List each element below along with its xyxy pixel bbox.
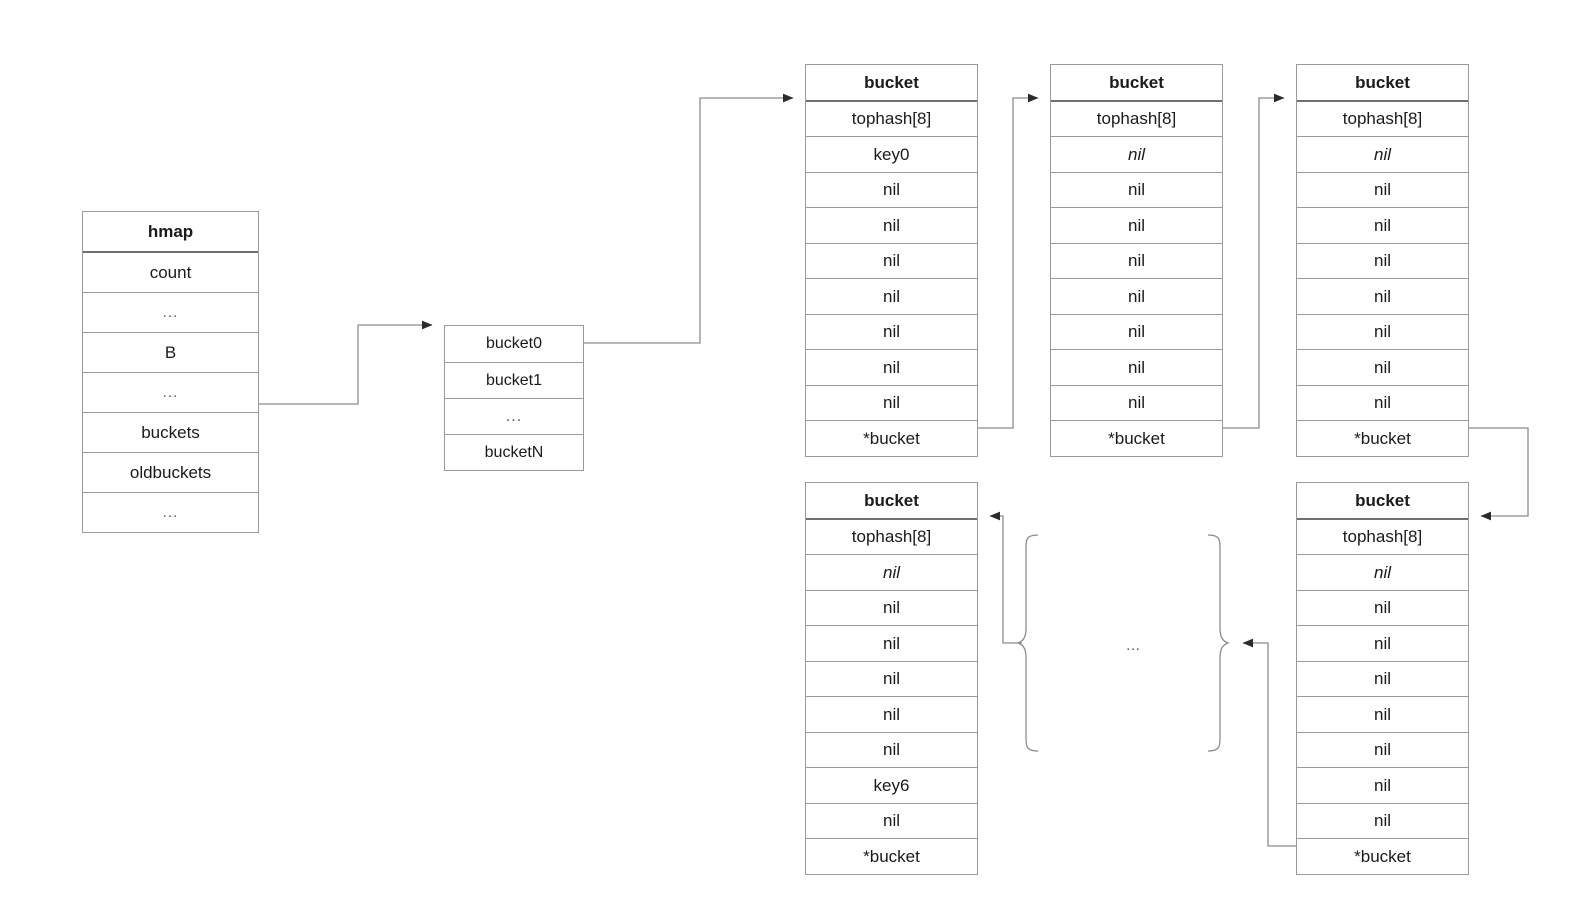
bucket-0-row-8: nil (806, 384, 977, 420)
bucket-struct-1: bucket tophash[8] nil nil nil nil nil ni… (1050, 64, 1223, 457)
bucket-1-row-8: nil (1051, 384, 1222, 420)
bucket-4-row-3: nil (1297, 625, 1468, 661)
bucket-4-row-tophash: tophash[8] (1297, 518, 1468, 554)
bucket-array-row-bucket0: bucket0 (445, 326, 583, 362)
bucket-array-row-ellipsis: ... (445, 398, 583, 434)
bucket-4-row-2: nil (1297, 589, 1468, 625)
hmap-row-b: B (83, 332, 258, 372)
bucket-1-row-6: nil (1051, 313, 1222, 349)
connector-b4-overflow (1242, 638, 1296, 847)
bucket-array-row-bucketN: bucketN (445, 434, 583, 470)
hmap-row-ellipsis-3: ... (83, 492, 258, 532)
bucket-0-row-1: key0 (806, 136, 977, 172)
bucket-2-row-overflow: *bucket (1297, 420, 1468, 456)
connector-b0-overflow (978, 93, 1039, 429)
bucket-4-row-5: nil (1297, 696, 1468, 732)
bucket-4-row-4: nil (1297, 660, 1468, 696)
bucket-struct-3: bucket tophash[8] nil nil nil nil nil ni… (805, 482, 978, 875)
connector-b2-overflow (1469, 427, 1529, 521)
bucket-struct-4: bucket tophash[8] nil nil nil nil nil ni… (1296, 482, 1469, 875)
hmap-struct: hmap count ... B ... buckets oldbuckets … (82, 211, 259, 533)
bucket-2-row-5: nil (1297, 278, 1468, 314)
bucket-1-row-overflow: *bucket (1051, 420, 1222, 456)
hmap-row-buckets: buckets (83, 412, 258, 452)
bucket-2-row-1: nil (1297, 136, 1468, 172)
bucket-1-row-5: nil (1051, 278, 1222, 314)
bucket-3-row-key6: key6 (806, 767, 977, 803)
bucket-2-row-8: nil (1297, 384, 1468, 420)
bucket-4-header: bucket (1297, 483, 1468, 519)
elided-buckets-ellipsis: … (1126, 637, 1141, 654)
connector-bucket0 (584, 93, 794, 344)
bucket-1-row-tophash: tophash[8] (1051, 100, 1222, 136)
bucket-3-row-6: nil (806, 731, 977, 767)
bucket-0-row-tophash: tophash[8] (806, 100, 977, 136)
bucket-2-row-2: nil (1297, 171, 1468, 207)
connector-ellipsis-to-b3 (989, 511, 1022, 644)
bucket-3-row-overflow: *bucket (806, 838, 977, 874)
bucket-2-row-6: nil (1297, 313, 1468, 349)
bucket-0-row-2: nil (806, 171, 977, 207)
bucket-0-row-3: nil (806, 207, 977, 243)
bucket-2-row-4: nil (1297, 242, 1468, 278)
connector-b1-overflow (1223, 93, 1285, 429)
bucket-2-row-3: nil (1297, 207, 1468, 243)
bucket-3-row-8: nil (806, 802, 977, 838)
bucket-3-row-3: nil (806, 625, 977, 661)
bucket-0-row-4: nil (806, 242, 977, 278)
hmap-header: hmap (83, 212, 258, 252)
hmap-row-oldbuckets: oldbuckets (83, 452, 258, 492)
bucket-4-row-6: nil (1297, 731, 1468, 767)
bucket-3-row-5: nil (806, 696, 977, 732)
bucket-2-row-tophash: tophash[8] (1297, 100, 1468, 136)
bucket-1-row-4: nil (1051, 242, 1222, 278)
bucket-0-row-5: nil (806, 278, 977, 314)
bucket-2-header: bucket (1297, 65, 1468, 101)
bucket-1-header: bucket (1051, 65, 1222, 101)
bucket-4-row-1: nil (1297, 554, 1468, 590)
bucket-struct-2: bucket tophash[8] nil nil nil nil nil ni… (1296, 64, 1469, 457)
bucket-3-row-1: nil (806, 554, 977, 590)
connector-hmap-buckets (259, 320, 433, 405)
bucket-array-row-bucket1: bucket1 (445, 362, 583, 398)
bucket-2-row-7: nil (1297, 349, 1468, 385)
bucket-1-row-1: nil (1051, 136, 1222, 172)
bucket-4-row-7: nil (1297, 767, 1468, 803)
hmap-row-count: count (83, 252, 258, 292)
bucket-3-row-tophash: tophash[8] (806, 518, 977, 554)
bucket-1-row-7: nil (1051, 349, 1222, 385)
bucket-1-row-2: nil (1051, 171, 1222, 207)
bucket-3-header: bucket (806, 483, 977, 519)
hmap-row-ellipsis-1: ... (83, 292, 258, 332)
bucket-struct-0: bucket tophash[8] key0 nil nil nil nil n… (805, 64, 978, 457)
bucket-0-row-7: nil (806, 349, 977, 385)
bucket-4-row-overflow: *bucket (1297, 838, 1468, 874)
bucket-4-row-8: nil (1297, 802, 1468, 838)
bucket-0-row-6: nil (806, 313, 977, 349)
bucket-1-row-3: nil (1051, 207, 1222, 243)
bucket-array: bucket0 bucket1 ... bucketN (444, 325, 584, 471)
bucket-0-header: bucket (806, 65, 977, 101)
bucket-3-row-4: nil (806, 660, 977, 696)
bucket-0-row-overflow: *bucket (806, 420, 977, 456)
hmap-row-ellipsis-2: ... (83, 372, 258, 412)
right-brace (1207, 534, 1230, 752)
bucket-3-row-2: nil (806, 589, 977, 625)
